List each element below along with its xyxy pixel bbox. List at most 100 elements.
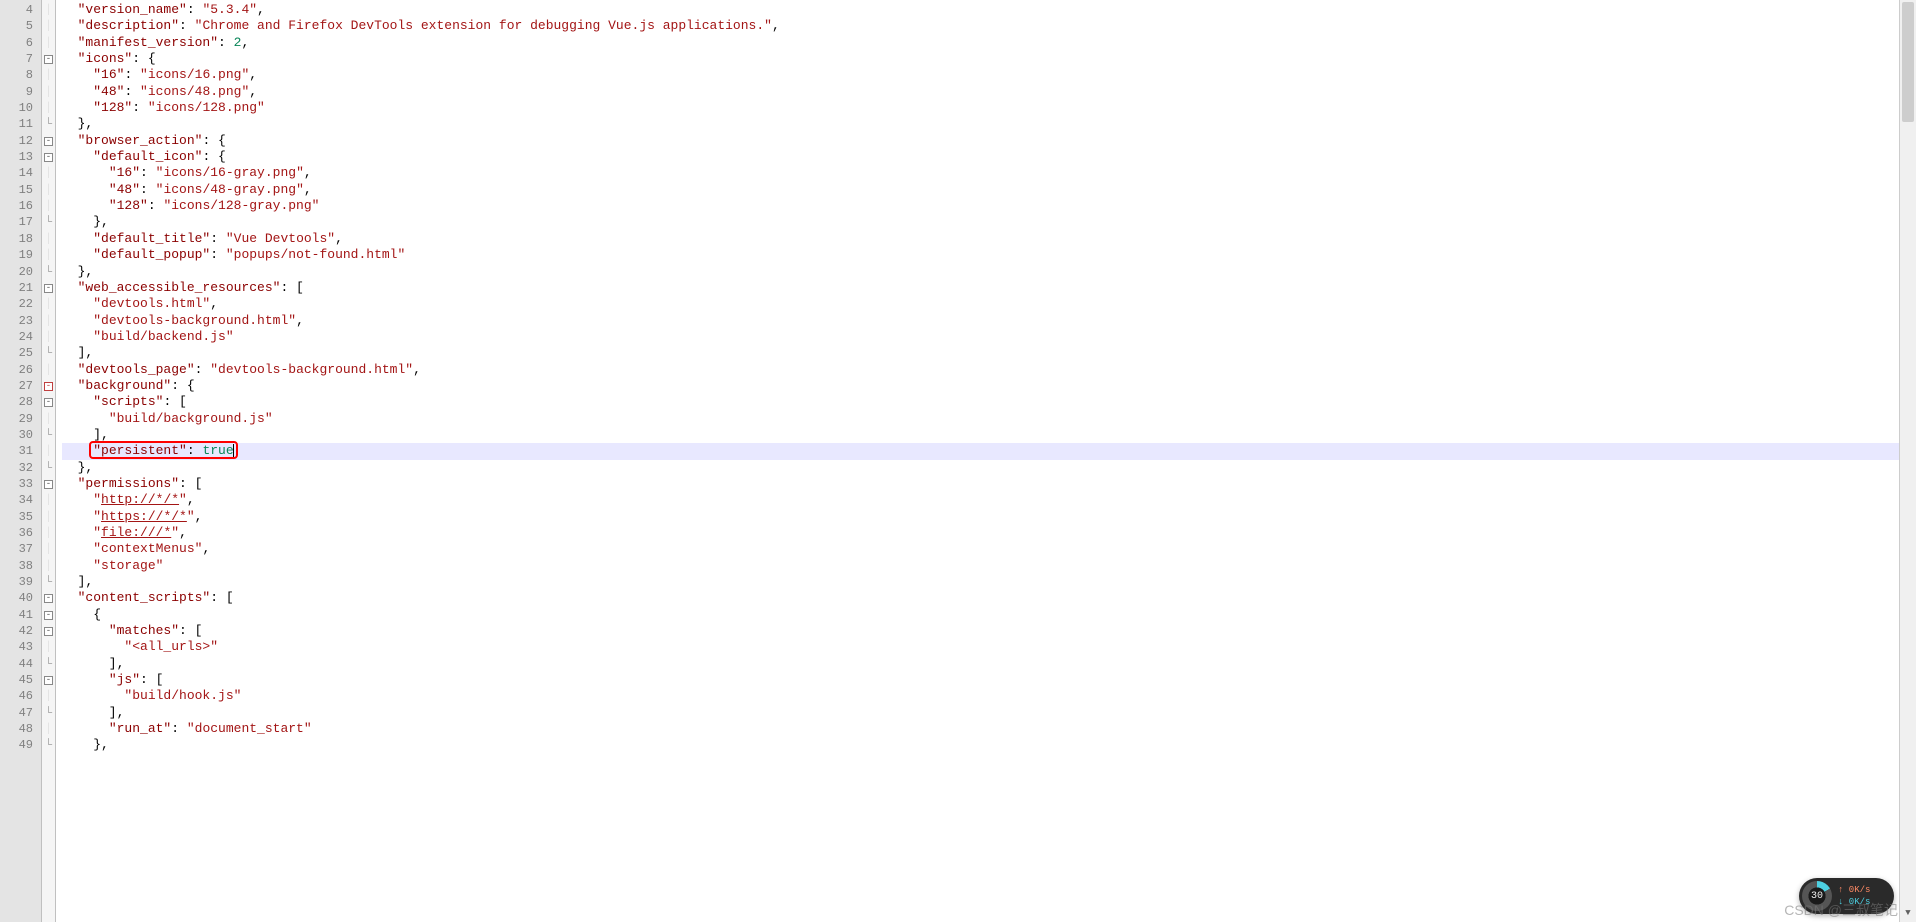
fold-marker: │ (42, 35, 55, 51)
line-number: 6 (0, 35, 41, 51)
fold-marker[interactable]: - (42, 51, 55, 67)
fold-marker: │ (42, 247, 55, 263)
line-number-gutter: 4567891011121314151617181920212223242526… (0, 0, 42, 922)
code-line[interactable]: "default_popup": "popups/not-found.html" (62, 247, 1916, 263)
scroll-down-arrow[interactable]: ▼ (1900, 905, 1916, 922)
code-line[interactable]: "build/hook.js" (62, 688, 1916, 704)
fold-marker: │ (42, 541, 55, 557)
code-line[interactable]: "16": "icons/16-gray.png", (62, 165, 1916, 181)
line-number: 28 (0, 394, 41, 410)
code-line[interactable]: "http://*/*", (62, 492, 1916, 508)
code-line[interactable]: "https://*/*", (62, 509, 1916, 525)
line-number: 30 (0, 427, 41, 443)
code-line[interactable]: "run_at": "document_start" (62, 721, 1916, 737)
fold-marker: └ (42, 460, 55, 476)
code-line[interactable]: "128": "icons/128-gray.png" (62, 198, 1916, 214)
fold-marker: │ (42, 84, 55, 100)
fold-marker: └ (42, 574, 55, 590)
line-number: 48 (0, 721, 41, 737)
line-number: 10 (0, 100, 41, 116)
fold-marker: │ (42, 67, 55, 83)
fold-marker: └ (42, 116, 55, 132)
code-line[interactable]: "manifest_version": 2, (62, 35, 1916, 51)
line-number: 35 (0, 509, 41, 525)
code-line[interactable]: "permissions": [ (62, 476, 1916, 492)
fold-marker: │ (42, 2, 55, 18)
fold-column[interactable]: │││-│││└--│││└││└-│││└│--│└│└-│││││└---│… (42, 0, 56, 922)
fold-marker[interactable]: - (42, 607, 55, 623)
code-line[interactable]: ], (62, 705, 1916, 721)
fold-marker[interactable]: - (42, 476, 55, 492)
code-line[interactable]: "contextMenus", (62, 541, 1916, 557)
fold-marker[interactable]: - (42, 280, 55, 296)
fold-marker: │ (42, 443, 55, 459)
fold-marker[interactable]: - (42, 590, 55, 606)
fold-marker: └ (42, 264, 55, 280)
line-number: 24 (0, 329, 41, 345)
line-number: 36 (0, 525, 41, 541)
line-number: 7 (0, 51, 41, 67)
code-line[interactable]: "storage" (62, 558, 1916, 574)
code-line[interactable]: "js": [ (62, 672, 1916, 688)
code-line[interactable]: "devtools.html", (62, 296, 1916, 312)
code-line[interactable]: "browser_action": { (62, 133, 1916, 149)
code-line[interactable]: "128": "icons/128.png" (62, 100, 1916, 116)
code-line[interactable]: "file:///*", (62, 525, 1916, 541)
fold-marker[interactable]: - (42, 672, 55, 688)
code-area[interactable]: "version_name": "5.3.4", "description": … (56, 0, 1916, 922)
fold-marker: │ (42, 509, 55, 525)
code-editor[interactable]: 4567891011121314151617181920212223242526… (0, 0, 1916, 922)
scroll-thumb[interactable] (1902, 2, 1914, 122)
fold-marker: │ (42, 165, 55, 181)
code-line[interactable]: "scripts": [ (62, 394, 1916, 410)
code-line[interactable]: "default_title": "Vue Devtools", (62, 231, 1916, 247)
code-line[interactable]: ], (62, 345, 1916, 361)
code-line[interactable]: }, (62, 264, 1916, 280)
fold-marker[interactable]: - (42, 394, 55, 410)
code-line[interactable]: "icons": { (62, 51, 1916, 67)
line-number: 32 (0, 460, 41, 476)
fold-marker: └ (42, 705, 55, 721)
fold-marker: │ (42, 100, 55, 116)
line-number: 9 (0, 84, 41, 100)
fold-marker[interactable]: - (42, 623, 55, 639)
code-line[interactable]: "build/backend.js" (62, 329, 1916, 345)
vertical-scrollbar[interactable]: ▲ ▼ (1899, 0, 1916, 922)
code-line[interactable]: "48": "icons/48.png", (62, 84, 1916, 100)
code-line[interactable]: }, (62, 214, 1916, 230)
code-line[interactable]: "description": "Chrome and Firefox DevTo… (62, 18, 1916, 34)
code-line[interactable]: ], (62, 656, 1916, 672)
code-line[interactable]: ], (62, 427, 1916, 443)
code-line[interactable]: }, (62, 737, 1916, 753)
code-line[interactable]: "web_accessible_resources": [ (62, 280, 1916, 296)
code-line[interactable]: "background": { (62, 378, 1916, 394)
code-line[interactable]: ], (62, 574, 1916, 590)
code-line[interactable]: }, (62, 116, 1916, 132)
code-line[interactable]: "devtools_page": "devtools-background.ht… (62, 362, 1916, 378)
code-line[interactable]: "48": "icons/48-gray.png", (62, 182, 1916, 198)
line-number: 14 (0, 165, 41, 181)
fold-marker: │ (42, 362, 55, 378)
line-number: 42 (0, 623, 41, 639)
fold-marker: │ (42, 492, 55, 508)
line-number: 4 (0, 2, 41, 18)
fold-marker[interactable]: - (42, 133, 55, 149)
code-line[interactable]: "content_scripts": [ (62, 590, 1916, 606)
code-line[interactable]: "default_icon": { (62, 149, 1916, 165)
fold-marker[interactable]: - (42, 149, 55, 165)
code-line[interactable]: "build/background.js" (62, 411, 1916, 427)
code-line[interactable]: "persistent": true (62, 443, 1916, 459)
code-line[interactable]: { (62, 607, 1916, 623)
code-line[interactable]: "devtools-background.html", (62, 313, 1916, 329)
code-line[interactable]: }, (62, 460, 1916, 476)
line-number: 18 (0, 231, 41, 247)
code-line[interactable]: "16": "icons/16.png", (62, 67, 1916, 83)
code-line[interactable]: "version_name": "5.3.4", (62, 2, 1916, 18)
fold-marker[interactable]: - (42, 378, 55, 394)
code-line[interactable]: "matches": [ (62, 623, 1916, 639)
code-line[interactable]: "<all_urls>" (62, 639, 1916, 655)
line-number: 19 (0, 247, 41, 263)
line-number: 13 (0, 149, 41, 165)
line-number: 43 (0, 639, 41, 655)
fold-marker: │ (42, 525, 55, 541)
